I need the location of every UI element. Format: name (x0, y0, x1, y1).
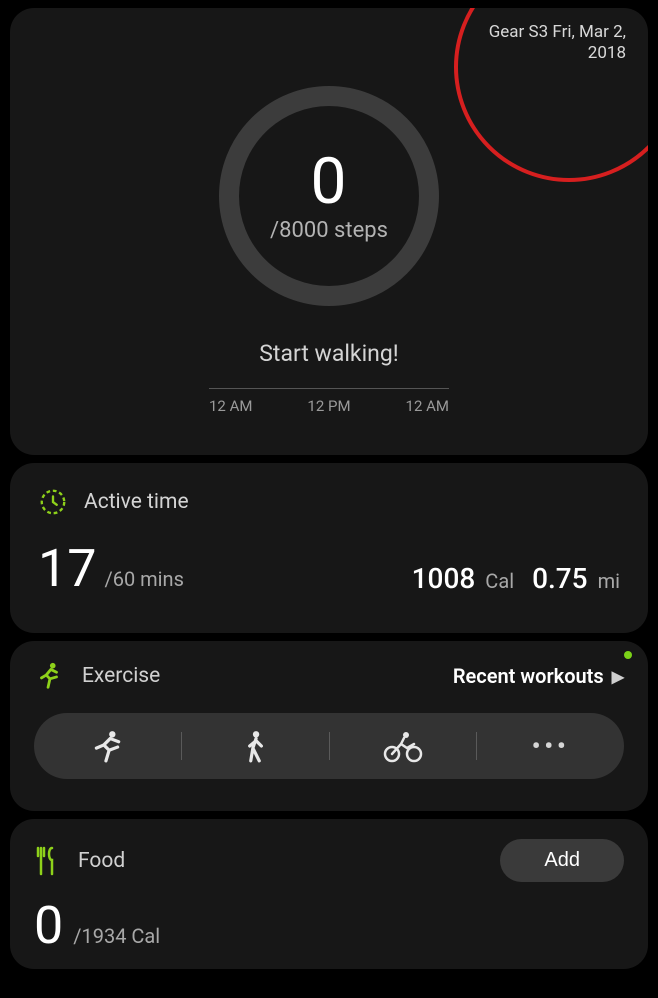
active-minutes-value: 17 (38, 543, 96, 595)
cycling-icon (383, 729, 423, 763)
device-date-line1: Gear S3 Fri, Mar 2, (489, 22, 626, 43)
steps-card[interactable]: Gear S3 Fri, Mar 2, 2018 0 /8000 steps S… (10, 8, 648, 455)
exercise-quick-start-bar: ••• (34, 713, 624, 779)
active-dist-value: 0.75 (532, 562, 588, 595)
recent-workouts-label: Recent workouts (453, 664, 604, 688)
steps-progress-ring: 0 /8000 steps (213, 80, 445, 312)
more-icon: ••• (532, 732, 570, 760)
exercise-title: Exercise (82, 664, 160, 688)
chevron-right-icon: ▶ (612, 667, 624, 686)
food-cal-goal: /1934 Cal (73, 924, 160, 948)
food-title: Food (78, 849, 125, 873)
timeline-t1: 12 PM (307, 397, 350, 415)
device-date: Gear S3 Fri, Mar 2, 2018 (489, 22, 626, 65)
active-time-card[interactable]: Active time 17 /60 mins 1008 Cal 0.75 mi (10, 463, 648, 633)
steps-goal: /8000 steps (270, 218, 388, 243)
recent-workouts-button[interactable]: Recent workouts ▶ (453, 664, 624, 688)
active-cal-value: 1008 (412, 562, 476, 595)
exercise-option-walking[interactable] (182, 713, 329, 779)
active-time-title: Active time (84, 490, 189, 514)
steps-value: 0 (311, 150, 348, 214)
exercise-icon (34, 661, 64, 691)
steps-timeline: 12 AM 12 PM 12 AM (209, 388, 449, 415)
exercise-option-more[interactable]: ••• (477, 713, 624, 779)
timeline-divider (209, 388, 449, 389)
exercise-indicator-dot (624, 651, 632, 659)
timeline-t2: 12 AM (406, 397, 449, 415)
active-cal-unit: Cal (485, 569, 514, 593)
exercise-option-running[interactable] (34, 713, 181, 779)
running-icon (90, 729, 124, 763)
food-card[interactable]: Food Add 0 /1934 Cal (10, 819, 648, 969)
walking-icon (238, 729, 272, 763)
active-dist-unit: mi (598, 569, 620, 593)
food-cal-value: 0 (34, 900, 63, 952)
steps-cta: Start walking! (10, 340, 648, 367)
active-time-icon (38, 487, 68, 517)
food-add-button[interactable]: Add (500, 839, 624, 882)
active-minutes-goal: /60 mins (104, 567, 183, 591)
exercise-option-cycling[interactable] (330, 713, 477, 779)
exercise-card[interactable]: Exercise Recent workouts ▶ (10, 641, 648, 811)
device-date-line2: 2018 (489, 43, 626, 64)
timeline-t0: 12 AM (209, 397, 252, 415)
food-icon (34, 846, 60, 876)
